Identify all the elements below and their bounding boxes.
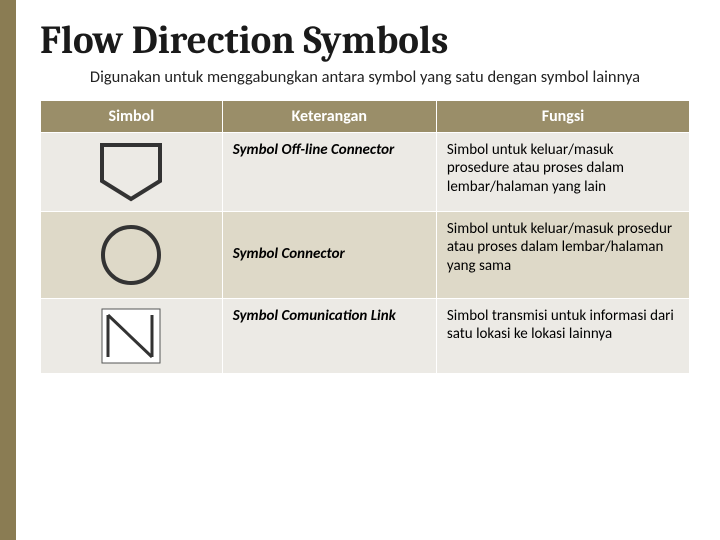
symbols-table: Simbol Keterangan Fungsi Symbol Off-line… bbox=[40, 100, 690, 374]
symbol-cell bbox=[41, 298, 223, 373]
table-row: Symbol Comunication Link Simbol transmis… bbox=[41, 298, 690, 373]
header-fungsi: Fungsi bbox=[436, 100, 689, 132]
fungsi-cell: Simbol untuk keluar/masuk prosedur atau … bbox=[436, 211, 689, 298]
fungsi-cell: Simbol transmisi untuk informasi dari sa… bbox=[436, 298, 689, 373]
communication-link-icon bbox=[100, 307, 162, 365]
table-row: Symbol Connector Simbol untuk keluar/mas… bbox=[41, 211, 690, 298]
symbol-cell bbox=[41, 132, 223, 211]
symbol-cell bbox=[41, 211, 223, 298]
fungsi-cell: Simbol untuk keluar/masuk prosedure atau… bbox=[436, 132, 689, 211]
keterangan-cell: Symbol Off-line Connector bbox=[222, 132, 436, 211]
table-header-row: Simbol Keterangan Fungsi bbox=[41, 100, 690, 132]
page-subtitle: Digunakan untuk menggabungkan antara sym… bbox=[40, 67, 690, 88]
page-title: Flow Direction Symbols bbox=[40, 18, 690, 63]
connector-circle-icon bbox=[96, 220, 166, 290]
table-row: Symbol Off-line Connector Simbol untuk k… bbox=[41, 132, 690, 211]
offpage-connector-icon bbox=[96, 141, 166, 203]
accent-sidebar bbox=[0, 0, 16, 540]
keterangan-cell: Symbol Connector bbox=[222, 211, 436, 298]
keterangan-cell: Symbol Comunication Link bbox=[222, 298, 436, 373]
header-keterangan: Keterangan bbox=[222, 100, 436, 132]
slide-content: Flow Direction Symbols Digunakan untuk m… bbox=[0, 0, 720, 394]
header-simbol: Simbol bbox=[41, 100, 223, 132]
